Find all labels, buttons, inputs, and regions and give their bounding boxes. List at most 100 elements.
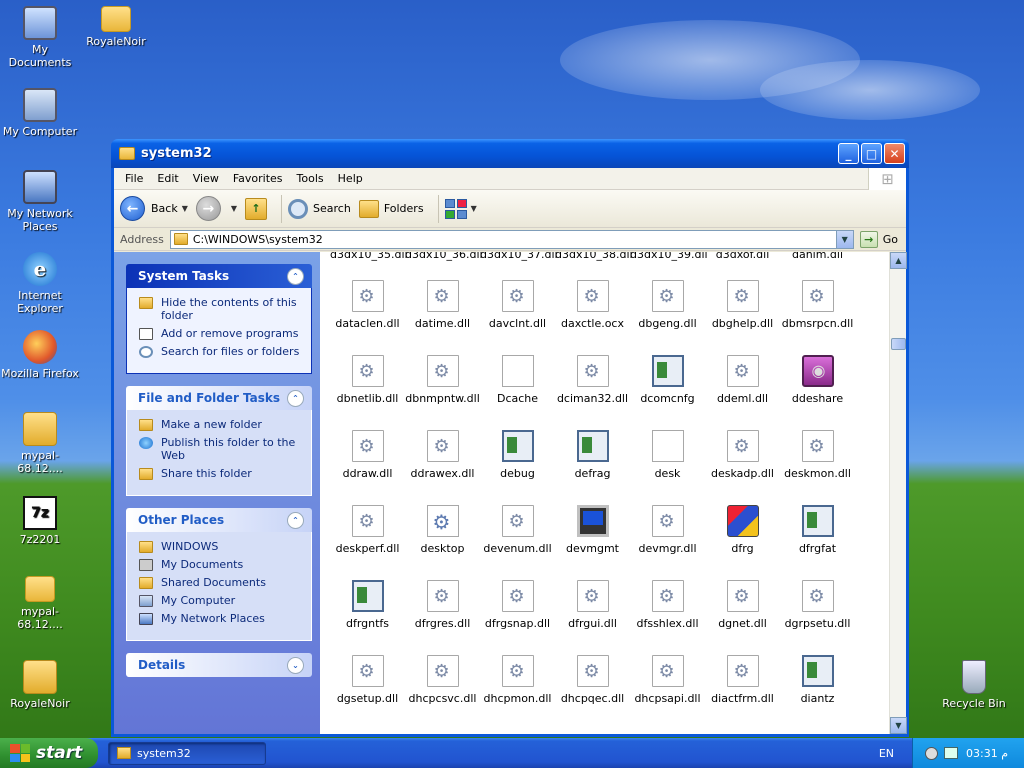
up-button[interactable]: ↑ [245, 197, 268, 220]
collapse-icon[interactable]: ⌃ [287, 267, 304, 285]
address-input[interactable]: C:\WINDOWS\system32 ▼ [169, 229, 854, 249]
start-button[interactable]: start [0, 738, 98, 768]
menu-help[interactable]: Help [331, 172, 370, 185]
file-item[interactable]: d3dx10_35.dll [330, 252, 408, 261]
task-publish-web[interactable]: Publish this folder to the Web [139, 436, 305, 462]
desktop-icon-firefox[interactable]: Mozilla Firefox [0, 330, 80, 380]
file-item[interactable]: d3dxof.dll [705, 252, 780, 261]
file-item[interactable]: diactfrm.dll [705, 655, 780, 705]
file-item[interactable]: dhcpsapi.dll [630, 655, 705, 705]
close-button[interactable]: ✕ [884, 143, 905, 164]
file-item[interactable]: dfrgsnap.dll [480, 580, 555, 630]
file-item[interactable]: davclnt.dll [480, 280, 555, 330]
tray-app-icon[interactable] [925, 746, 938, 760]
file-item[interactable]: dataclen.dll [330, 280, 405, 330]
vertical-scrollbar[interactable]: ▲ ▼ [889, 252, 907, 734]
file-item[interactable]: debug [480, 430, 555, 480]
title-bar[interactable]: system32 _ □ ✕ [111, 139, 909, 168]
expand-icon[interactable]: ⌄ [287, 656, 304, 674]
file-item[interactable]: dfrgres.dll [405, 580, 480, 630]
desktop-icon-mypal-folder[interactable]: mypal-68.12.... [0, 576, 80, 631]
task-new-folder[interactable]: Make a new folder [139, 418, 305, 431]
scroll-thumb[interactable] [891, 338, 906, 350]
file-folder-tasks-header[interactable]: File and Folder Tasks ⌃ [126, 386, 312, 410]
desktop-icon-my-computer[interactable]: My Computer [0, 88, 80, 138]
desktop-icon-7z2201[interactable]: 7z 7z2201 [0, 496, 80, 546]
file-item[interactable]: Dcache [480, 355, 555, 405]
go-button[interactable]: → Go [859, 230, 898, 248]
desktop-icon-my-documents[interactable]: My Documents [0, 6, 80, 69]
minimize-button[interactable]: _ [838, 143, 859, 164]
file-item[interactable]: dgnet.dll [705, 580, 780, 630]
file-item[interactable]: dfrgfat [780, 505, 855, 555]
back-button[interactable]: ← Back ▼ [120, 196, 188, 221]
desktop-icon-internet-explorer[interactable]: e Internet Explorer [0, 252, 80, 315]
search-button[interactable]: Search [288, 198, 351, 219]
file-item[interactable]: dfrgui.dll [555, 580, 630, 630]
file-item[interactable]: deskmon.dll [780, 430, 855, 480]
file-item[interactable]: dfrgntfs [330, 580, 405, 630]
file-item[interactable]: dhcpcsvc.dll [405, 655, 480, 705]
folders-button[interactable]: Folders [358, 199, 424, 218]
menu-view[interactable]: View [186, 172, 226, 185]
desktop-icon-recycle-bin[interactable]: Recycle Bin [934, 660, 1014, 710]
file-item[interactable]: dciman32.dll [555, 355, 630, 405]
place-my-network-places[interactable]: My Network Places [139, 612, 305, 625]
task-search-files[interactable]: Search for files or folders [139, 345, 305, 358]
maximize-button[interactable]: □ [861, 143, 882, 164]
file-item[interactable]: dbnmpntw.dll [405, 355, 480, 405]
desktop-icon-royalenoir-zip[interactable]: RoyaleNoir [0, 660, 80, 710]
file-item[interactable]: dhcpmon.dll [480, 655, 555, 705]
file-item[interactable]: ddrawex.dll [405, 430, 480, 480]
place-my-documents[interactable]: My Documents [139, 558, 305, 571]
language-indicator[interactable]: EN [879, 747, 894, 760]
file-item[interactable]: ddraw.dll [330, 430, 405, 480]
task-share-folder[interactable]: Share this folder [139, 467, 305, 480]
file-item[interactable]: desktop [405, 505, 480, 555]
file-item[interactable]: dgsetup.dll [330, 655, 405, 705]
file-item[interactable]: dbnetlib.dll [330, 355, 405, 405]
file-item[interactable]: daxctle.ocx [555, 280, 630, 330]
views-button[interactable]: ▼ [444, 198, 477, 219]
chevron-down-icon[interactable]: ▼ [231, 204, 237, 213]
file-item[interactable]: dfrg [705, 505, 780, 555]
place-windows[interactable]: WINDOWS [139, 540, 305, 553]
file-item[interactable]: diantz [780, 655, 855, 705]
file-item[interactable]: dbgeng.dll [630, 280, 705, 330]
task-hide-contents[interactable]: Hide the contents of this folder [139, 296, 305, 322]
taskbar-item-system32[interactable]: system32 [108, 741, 266, 765]
file-item[interactable]: devmgmt [555, 505, 630, 555]
file-item[interactable]: dfsshlex.dll [630, 580, 705, 630]
file-item[interactable]: d3dx10_39.dll [630, 252, 708, 261]
file-item[interactable]: deskperf.dll [330, 505, 405, 555]
desktop-icon-royalenoir[interactable]: RoyaleNoir [76, 6, 156, 48]
file-item[interactable]: d3dx10_36.dll [405, 252, 483, 261]
forward-button[interactable]: → ▼ [195, 196, 237, 221]
system-tasks-header[interactable]: System Tasks ⌃ [126, 264, 312, 288]
menu-edit[interactable]: Edit [150, 172, 185, 185]
menu-file[interactable]: File [118, 172, 150, 185]
place-shared-documents[interactable]: Shared Documents [139, 576, 305, 589]
menu-favorites[interactable]: Favorites [226, 172, 290, 185]
other-places-header[interactable]: Other Places ⌃ [126, 508, 312, 532]
collapse-icon[interactable]: ⌃ [287, 389, 304, 407]
chevron-down-icon[interactable]: ▼ [835, 230, 853, 248]
file-item[interactable]: danim.dll [780, 252, 855, 261]
desktop-icon-mypal-zip[interactable]: mypal-68.12.... [0, 412, 80, 475]
desktop-icon-my-network-places[interactable]: My Network Places [0, 170, 80, 233]
file-item[interactable]: ddeml.dll [705, 355, 780, 405]
file-item[interactable]: defrag [555, 430, 630, 480]
file-item[interactable]: devmgr.dll [630, 505, 705, 555]
file-item[interactable]: dgrpsetu.dll [780, 580, 855, 630]
details-header[interactable]: Details ⌄ [126, 653, 312, 677]
clock[interactable]: 03:31 م [966, 747, 1008, 760]
place-my-computer[interactable]: My Computer [139, 594, 305, 607]
file-item[interactable]: dbmsrpcn.dll [780, 280, 855, 330]
file-item[interactable]: ddeshare [780, 355, 855, 405]
file-item[interactable]: d3dx10_38.dll [555, 252, 633, 261]
scroll-up-button[interactable]: ▲ [890, 252, 907, 269]
scroll-down-button[interactable]: ▼ [890, 717, 907, 734]
file-item[interactable]: deskadp.dll [705, 430, 780, 480]
network-status-icon[interactable] [944, 747, 958, 759]
file-item[interactable]: d3dx10_37.dll [480, 252, 558, 261]
